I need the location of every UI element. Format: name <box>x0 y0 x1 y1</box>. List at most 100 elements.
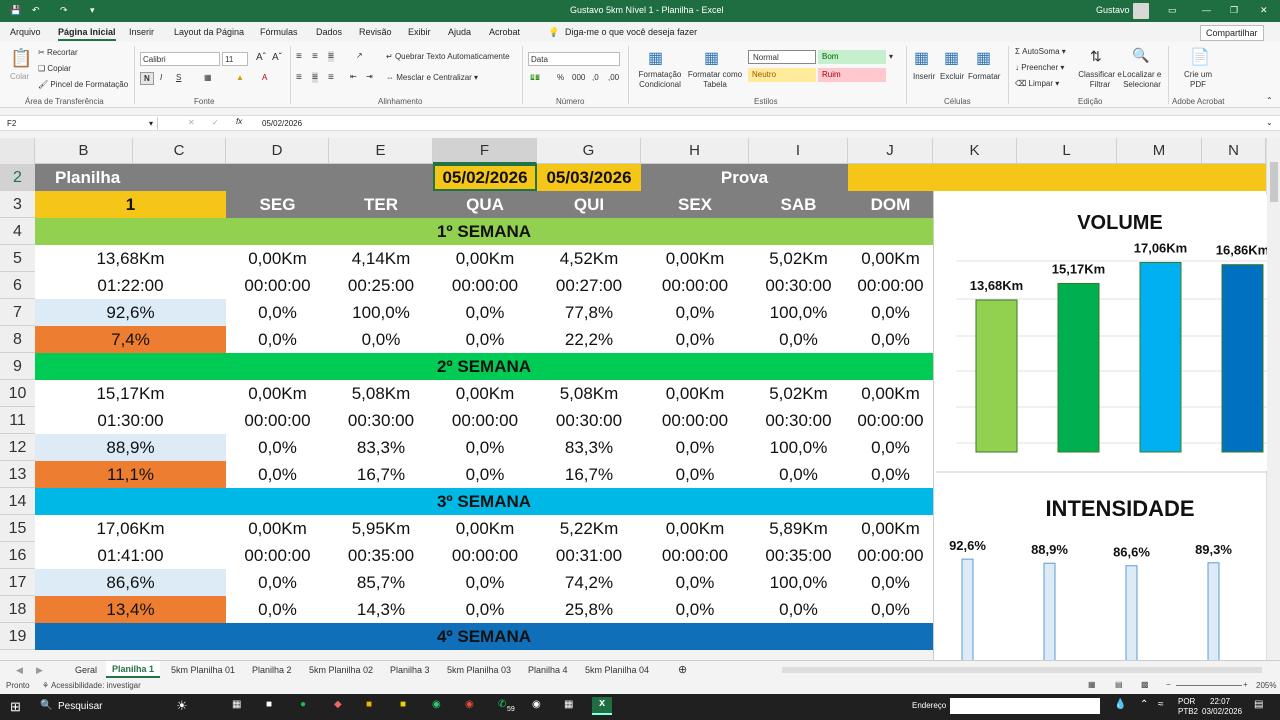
app-icon[interactable]: ■ <box>266 699 272 710</box>
row-header[interactable]: 6 <box>0 272 35 299</box>
percent-icon[interactable]: % <box>557 73 564 82</box>
day-header[interactable]: TER <box>329 191 433 218</box>
style-neutro[interactable]: Neutro <box>748 68 816 82</box>
align-top-icon[interactable]: ≡ <box>296 51 302 62</box>
clear-button[interactable]: ⌫ Limpar ▾ <box>1015 79 1059 88</box>
weather-icon[interactable]: 💧 <box>1114 699 1126 710</box>
sheet-tab[interactable]: 5km Planilha 01 <box>171 665 235 675</box>
week-header[interactable]: 2º SEMANA <box>35 353 933 380</box>
share-button[interactable]: Compartilhar <box>1200 25 1264 41</box>
zoom-slider[interactable] <box>1176 685 1242 686</box>
row-header[interactable]: 8 <box>0 326 35 353</box>
sheet-tab[interactable]: 5km Planilha 03 <box>447 665 511 675</box>
day-cell[interactable]: 00:00:00 <box>226 272 329 299</box>
day-cell[interactable]: 00:31:00 <box>537 542 641 569</box>
select-all-corner[interactable] <box>0 138 35 164</box>
day-cell[interactable]: 4,52Km <box>537 245 641 272</box>
create-pdf-button[interactable]: Crie um PDF <box>1180 70 1216 90</box>
day-cell[interactable]: 0,0% <box>433 569 537 596</box>
insert-cells-button[interactable]: Inserir <box>913 72 935 81</box>
align-bottom-icon[interactable]: ≡ <box>328 51 334 62</box>
delete-cells-button[interactable]: Excluir <box>940 72 964 81</box>
taskbar-search[interactable]: Pesquisar <box>58 701 102 712</box>
day-cell[interactable]: 0,0% <box>749 461 848 488</box>
row-header[interactable]: 12 <box>0 434 35 461</box>
day-cell[interactable]: 16,7% <box>537 461 641 488</box>
cell-f2-date[interactable]: 05/02/2026 <box>433 164 537 191</box>
day-cell[interactable]: 0,0% <box>433 461 537 488</box>
task-view-icon[interactable]: ▦ <box>232 699 241 710</box>
tab-formulas[interactable]: Fórmulas <box>260 27 298 37</box>
cell-prova[interactable]: Prova <box>641 164 848 191</box>
tell-me-search[interactable]: Diga-me o que você deseja fazer <box>565 27 697 37</box>
day-cell[interactable]: 5,08Km <box>537 380 641 407</box>
decrease-decimal-icon[interactable]: ,00 <box>608 73 619 82</box>
close-icon[interactable]: ✕ <box>1260 5 1268 16</box>
tab-ajuda[interactable]: Ajuda <box>448 27 471 37</box>
format-table-icon[interactable]: ▦ <box>704 48 719 68</box>
day-cell[interactable]: 5,22Km <box>537 515 641 542</box>
cell-planilha[interactable]: Planilha <box>35 164 225 191</box>
day-cell[interactable]: 00:35:00 <box>329 542 433 569</box>
day-cell[interactable]: 5,08Km <box>329 380 433 407</box>
week-header[interactable]: 1º SEMANA <box>35 218 933 245</box>
cell-plan-number[interactable]: 1 <box>35 191 226 218</box>
day-cell[interactable]: 100,0% <box>749 569 848 596</box>
day-cell[interactable]: 00:00:00 <box>848 272 933 299</box>
col-header-d[interactable]: D <box>226 138 329 164</box>
summary-cell[interactable]: 13,4% <box>35 596 226 623</box>
redo-icon[interactable]: ↷ <box>60 5 68 16</box>
summary-cell[interactable]: 11,1% <box>35 461 226 488</box>
tab-layout[interactable]: Layout da Página <box>174 27 244 37</box>
row-header[interactable]: 3 <box>0 191 35 218</box>
row-header[interactable]: 18 <box>0 596 35 623</box>
search-icon[interactable]: 🔍 <box>40 700 52 711</box>
row-header[interactable]: 17 <box>0 569 35 596</box>
sheet-tab[interactable]: Planilha 3 <box>390 665 430 675</box>
style-bom[interactable]: Bom <box>818 50 886 64</box>
align-left-icon[interactable]: ≡ <box>296 72 302 83</box>
tab-acrobat[interactable]: Acrobat <box>489 27 520 37</box>
tab-pagina-inicial[interactable]: Página Inicial <box>58 27 116 41</box>
summary-cell[interactable]: 01:22:00 <box>35 272 226 299</box>
day-cell[interactable]: 0,0% <box>226 326 329 353</box>
col-header-n[interactable]: N <box>1202 138 1266 164</box>
enter-icon[interactable]: ✓ <box>212 118 219 127</box>
align-right-icon[interactable]: ≡ <box>328 72 334 83</box>
day-cell[interactable]: 0,00Km <box>848 245 933 272</box>
week-header[interactable]: 3º SEMANA <box>35 488 933 515</box>
minimize-icon[interactable]: — <box>1202 5 1211 15</box>
week-header[interactable]: 4º SEMANA <box>35 623 933 650</box>
save-icon[interactable]: 💾 <box>10 5 21 16</box>
find-select-icon[interactable]: 🔍 <box>1132 47 1149 64</box>
day-cell[interactable]: 0,0% <box>433 596 537 623</box>
col-header-j[interactable]: J <box>848 138 933 164</box>
find-select-button[interactable]: Localizar e Selecionar <box>1118 70 1166 90</box>
day-cell[interactable]: 0,0% <box>226 596 329 623</box>
number-format-select[interactable]: Data <box>528 52 620 66</box>
page-layout-icon[interactable]: ▤ <box>1115 680 1123 689</box>
day-cell[interactable]: 0,0% <box>226 299 329 326</box>
ribbon-display-icon[interactable]: ▭ <box>1168 5 1177 16</box>
start-icon[interactable]: ⊞ <box>10 699 21 715</box>
accessibility-status[interactable]: ⚘ Acessibilidade: investigar <box>42 681 141 690</box>
day-header[interactable]: SEX <box>641 191 749 218</box>
day-cell[interactable]: 0,00Km <box>226 245 329 272</box>
day-cell[interactable]: 0,0% <box>848 569 933 596</box>
keyboard-layout[interactable]: PTB2 <box>1178 707 1198 716</box>
wifi-icon[interactable]: ≈ <box>1158 699 1164 710</box>
col-header-c[interactable]: C <box>133 138 226 164</box>
day-cell[interactable]: 00:00:00 <box>433 407 537 434</box>
day-cell[interactable]: 5,89Km <box>749 515 848 542</box>
currency-icon[interactable]: 💵 <box>530 73 540 82</box>
day-cell[interactable]: 0,0% <box>749 596 848 623</box>
row-header[interactable]: 11 <box>0 407 35 434</box>
day-cell[interactable]: 00:00:00 <box>848 542 933 569</box>
col-header-e[interactable]: E <box>329 138 433 164</box>
page-break-icon[interactable]: ▩ <box>1141 680 1149 689</box>
day-cell[interactable]: 85,7% <box>329 569 433 596</box>
conditional-format-button[interactable]: Formatação Condicional <box>636 70 684 90</box>
sort-filter-button[interactable]: Classificar e Filtrar <box>1078 70 1122 90</box>
format-table-button[interactable]: Formatar como Tabela <box>686 70 744 90</box>
row-header[interactable]: 19 <box>0 623 35 650</box>
